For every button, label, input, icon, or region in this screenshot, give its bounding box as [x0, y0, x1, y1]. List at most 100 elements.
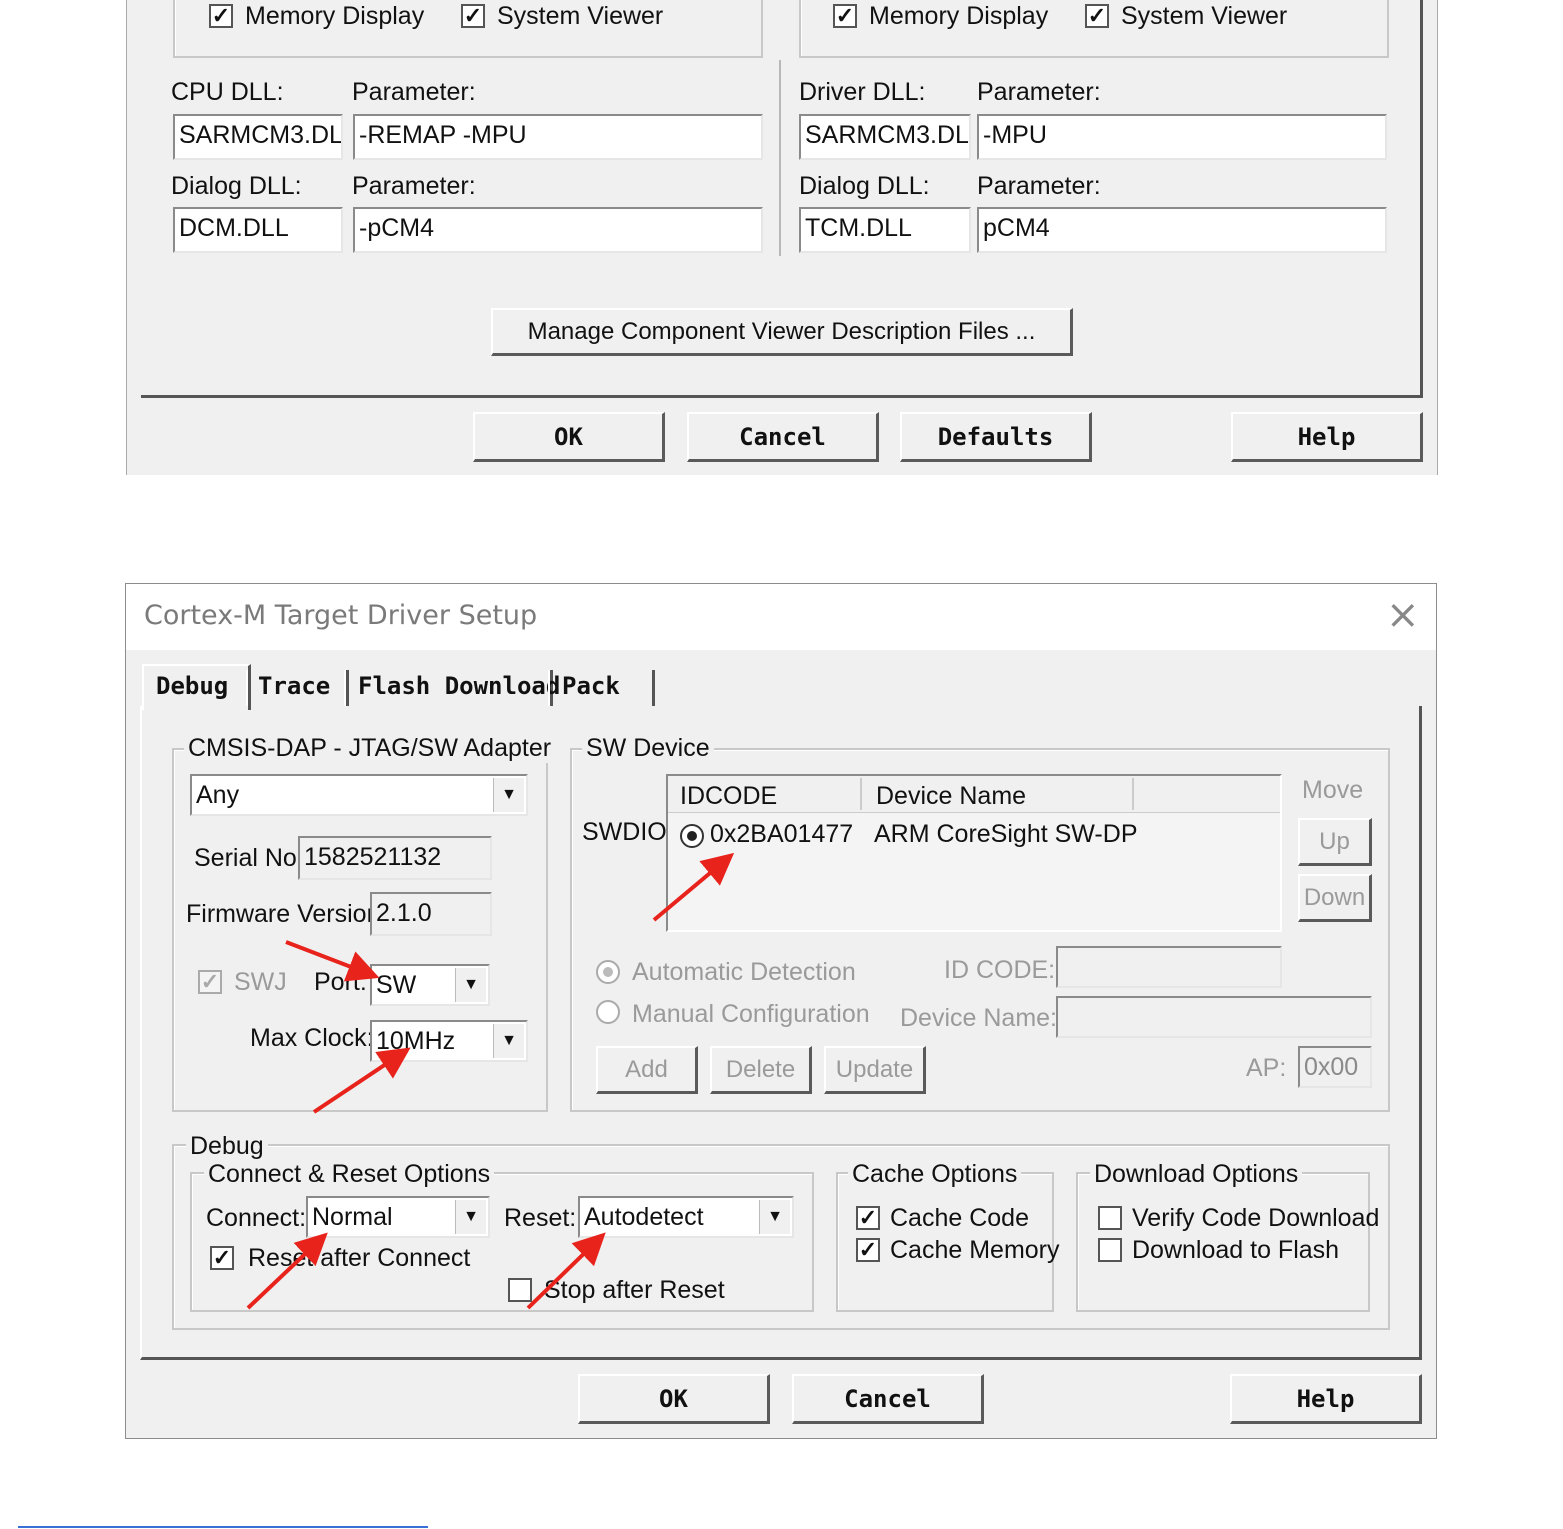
ap-label: AP:: [1246, 1054, 1287, 1082]
tab-trace[interactable]: Trace: [246, 670, 349, 706]
column-header-idcode[interactable]: IDCODE: [680, 782, 777, 811]
tab-flash-download[interactable]: Flash Download: [344, 670, 560, 706]
verify-code-download-label: Verify Code Download: [1132, 1204, 1380, 1232]
device-name-label: Device Name:: [900, 1004, 1057, 1032]
memory-display-label-right: Memory Display: [869, 2, 1049, 30]
cpu-param-label: Parameter:: [352, 78, 476, 106]
table-row[interactable]: 0x2BA01477 ARM CoreSight SW-DP: [676, 818, 1276, 854]
firmware-version-label: Firmware Version:: [186, 900, 388, 928]
delete-button[interactable]: Delete: [710, 1046, 812, 1094]
row-device-name: ARM CoreSight SW-DP: [874, 820, 1138, 848]
defaults-button-top[interactable]: Defaults: [900, 412, 1092, 462]
swj-checkbox: ✓: [198, 970, 222, 994]
options-dialog: ✓ Memory Display ✓ System Viewer ✓ Memor…: [126, 0, 1438, 475]
adapter-select-value: Any: [196, 781, 240, 809]
tab-debug[interactable]: Debug: [142, 664, 251, 710]
dialog-title: Cortex-M Target Driver Setup: [144, 600, 538, 631]
stop-after-reset-checkbox[interactable]: [508, 1278, 532, 1302]
tab-pack-label: Pack: [562, 672, 620, 700]
cache-code-checkbox[interactable]: ✓: [856, 1206, 880, 1230]
cache-memory-label: Cache Memory: [890, 1236, 1060, 1264]
tab-pack[interactable]: Pack: [548, 670, 655, 706]
cpu-param-input[interactable]: -REMAP -MPU: [353, 114, 763, 160]
cancel-button[interactable]: Cancel: [792, 1374, 984, 1424]
swdio-label: SWDIO: [582, 818, 667, 846]
automatic-detection-radio[interactable]: [596, 960, 620, 984]
column-divider: [1132, 778, 1134, 810]
dialog-param-label-left: Parameter:: [352, 172, 476, 200]
reset-select[interactable]: Autodetect ▼: [578, 1196, 794, 1238]
system-viewer-label-left: System Viewer: [497, 2, 664, 30]
download-options-legend: Download Options: [1090, 1160, 1303, 1189]
dialog-dll-label-right: Dialog DLL:: [799, 172, 930, 200]
max-clock-select[interactable]: 10MHz ▼: [370, 1020, 528, 1062]
driver-param-label: Parameter:: [977, 78, 1101, 106]
column-divider: [860, 778, 862, 810]
cpu-dll-input[interactable]: SARMCM3.DLL: [173, 114, 343, 160]
firmware-version-field: 2.1.0: [370, 892, 492, 936]
id-code-field: [1056, 946, 1282, 988]
cache-code-label: Cache Code: [890, 1204, 1029, 1232]
reset-select-value: Autodetect: [584, 1203, 704, 1231]
help-button[interactable]: Help: [1230, 1374, 1422, 1424]
dialog-param-input-left[interactable]: -pCM4: [353, 207, 763, 253]
system-viewer-checkbox-left[interactable]: ✓: [461, 4, 485, 28]
tab-flash-download-label: Flash Download: [358, 672, 561, 700]
id-code-label: ID CODE:: [944, 956, 1056, 984]
manual-configuration-label: Manual Configuration: [632, 1000, 870, 1028]
move-down-button[interactable]: Down: [1298, 874, 1372, 922]
manage-component-viewer-button[interactable]: Manage Component Viewer Description File…: [491, 308, 1073, 356]
connect-label: Connect:: [206, 1204, 307, 1232]
verify-code-download-checkbox[interactable]: [1098, 1206, 1122, 1230]
system-viewer-checkbox-right[interactable]: ✓: [1085, 4, 1109, 28]
manual-configuration-radio[interactable]: [596, 1000, 620, 1024]
memory-display-checkbox-left[interactable]: ✓: [209, 4, 233, 28]
ok-button-top[interactable]: OK: [473, 412, 665, 462]
automatic-detection-label: Automatic Detection: [632, 958, 856, 986]
memory-display-checkbox-right[interactable]: ✓: [833, 4, 857, 28]
stop-after-reset-label: Stop after Reset: [544, 1276, 725, 1304]
download-to-flash-checkbox[interactable]: [1098, 1238, 1122, 1262]
row-selected-radio: [680, 824, 704, 848]
close-icon[interactable]: ×: [1386, 592, 1420, 638]
link-underline: [18, 1526, 428, 1528]
cache-options-legend: Cache Options: [848, 1160, 1022, 1189]
cancel-button-top[interactable]: Cancel: [687, 412, 879, 462]
chevron-down-icon: ▼: [455, 1200, 486, 1234]
system-viewer-label-right: System Viewer: [1121, 2, 1288, 30]
max-clock-label: Max Clock:: [250, 1024, 374, 1052]
reset-after-connect-checkbox[interactable]: ✓: [210, 1246, 234, 1270]
port-select[interactable]: SW ▼: [370, 964, 490, 1006]
adapter-select[interactable]: Any ▼: [190, 774, 528, 816]
swj-label: SWJ: [234, 968, 287, 996]
row-idcode: 0x2BA01477: [710, 820, 854, 848]
adapter-group-legend: CMSIS-DAP - JTAG/SW Adapter: [184, 734, 556, 763]
chevron-down-icon: ▼: [493, 1024, 524, 1058]
tab-trace-label: Trace: [258, 672, 331, 700]
column-divider: [779, 60, 781, 256]
tab-debug-label: Debug: [156, 672, 229, 700]
column-header-device-name[interactable]: Device Name: [876, 782, 1026, 811]
update-button[interactable]: Update: [824, 1046, 926, 1094]
sw-device-legend: SW Device: [582, 734, 714, 763]
help-button-top[interactable]: Help: [1231, 412, 1423, 462]
driver-param-input[interactable]: -MPU: [977, 114, 1387, 160]
driver-setup-dialog: Cortex-M Target Driver Setup × Debug Tra…: [125, 583, 1437, 1439]
chevron-down-icon: ▼: [493, 778, 524, 812]
move-up-button[interactable]: Up: [1298, 818, 1372, 866]
move-label: Move: [1302, 776, 1364, 804]
debug-group-legend: Debug: [186, 1132, 268, 1161]
dialog-dll-input-left[interactable]: DCM.DLL: [173, 207, 343, 253]
dialog-param-input-right[interactable]: pCM4: [977, 207, 1387, 253]
connect-select[interactable]: Normal ▼: [306, 1196, 490, 1238]
add-button[interactable]: Add: [596, 1046, 698, 1094]
connect-reset-legend: Connect & Reset Options: [204, 1160, 495, 1189]
cache-memory-checkbox[interactable]: ✓: [856, 1238, 880, 1262]
cpu-dll-label: CPU DLL:: [171, 78, 284, 106]
port-label: Port:: [314, 968, 367, 996]
dialog-dll-input-right[interactable]: TCM.DLL: [799, 207, 971, 253]
port-select-value: SW: [376, 971, 417, 999]
driver-dll-input[interactable]: SARMCM3.DLL: [799, 114, 971, 160]
reset-after-connect-label: Reset after Connect: [248, 1244, 471, 1272]
ok-button[interactable]: OK: [578, 1374, 770, 1424]
